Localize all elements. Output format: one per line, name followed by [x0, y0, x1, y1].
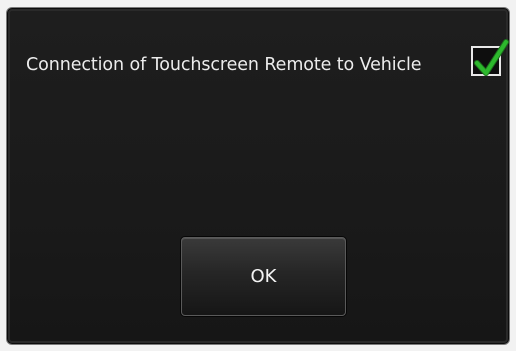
message-row: Connection of Touchscreen Remote to Vehi…: [26, 39, 509, 84]
dialog-panel: Connection of Touchscreen Remote to Vehi…: [6, 7, 510, 345]
dialog-message: Connection of Touchscreen Remote to Vehi…: [26, 55, 422, 75]
ok-button[interactable]: OK: [181, 237, 346, 316]
connection-checkbox[interactable]: [471, 39, 509, 76]
ok-button-label: OK: [250, 266, 277, 287]
checkmark-icon: [474, 39, 509, 76]
